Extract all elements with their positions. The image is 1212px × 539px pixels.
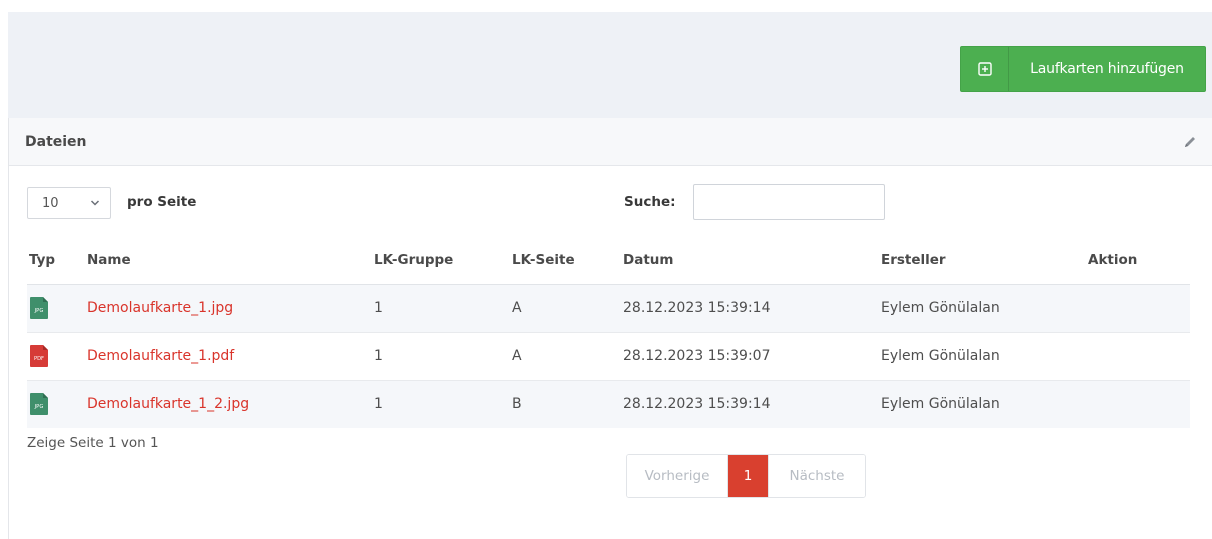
search-label: Suche: <box>624 194 676 210</box>
jpg-file-icon: JPG <box>30 393 48 416</box>
next-page-button[interactable]: Nächste <box>768 455 865 497</box>
ersteller-cell: Eylem Gönülalan <box>881 379 1088 428</box>
column-header-aktion: Aktion <box>1088 236 1190 285</box>
lk-seite-cell: A <box>512 331 623 380</box>
table-header-row: Typ Name LK-Gruppe LK-Seite Datum Erstel… <box>27 236 1190 285</box>
per-page-value: 10 <box>42 195 59 211</box>
add-laufkarten-button[interactable]: Laufkarten hinzufügen <box>960 46 1206 92</box>
table-row: JPG Demolaufkarte_1.jpg 1 A 28.12.2023 1… <box>27 283 1190 332</box>
datum-cell: 28.12.2023 15:39:14 <box>623 283 881 332</box>
page-info: Zeige Seite 1 von 1 <box>27 435 159 451</box>
table-row: PDF Demolaufkarte_1.pdf 1 A 28.12.2023 1… <box>27 331 1190 380</box>
search-input[interactable] <box>693 184 885 220</box>
files-panel: Dateien 10 pro Seite Suche: Typ Name LK-… <box>8 118 1212 539</box>
table-controls: 10 pro Seite Suche: <box>27 184 1212 220</box>
column-header-lk-seite[interactable]: LK-Seite <box>512 236 623 285</box>
svg-text:JPG: JPG <box>34 308 44 314</box>
panel-header: Dateien <box>9 118 1212 166</box>
svg-text:JPG: JPG <box>34 404 44 410</box>
column-header-name[interactable]: Name <box>87 236 374 285</box>
pdf-file-icon: PDF <box>30 345 48 367</box>
column-header-lk-gruppe[interactable]: LK-Gruppe <box>374 236 512 285</box>
previous-page-button[interactable]: Vorherige <box>627 455 728 497</box>
file-name-link[interactable]: Demolaufkarte_1.jpg <box>87 300 233 316</box>
lk-seite-cell: B <box>512 379 623 428</box>
lk-gruppe-cell: 1 <box>374 379 512 428</box>
column-header-datum[interactable]: Datum <box>623 236 881 285</box>
lk-seite-cell: A <box>512 283 623 332</box>
ersteller-cell: Eylem Gönülalan <box>881 283 1088 332</box>
add-laufkarten-label: Laufkarten hinzufügen <box>1030 61 1184 77</box>
lk-gruppe-cell: 1 <box>374 331 512 380</box>
datum-cell: 28.12.2023 15:39:14 <box>623 379 881 428</box>
ersteller-cell: Eylem Gönülalan <box>881 331 1088 380</box>
svg-text:PDF: PDF <box>34 356 44 362</box>
per-page-select[interactable]: 10 <box>27 187 111 219</box>
file-name-link[interactable]: Demolaufkarte_1_2.jpg <box>87 396 249 412</box>
column-header-ersteller[interactable]: Ersteller <box>881 236 1088 285</box>
chevron-down-icon <box>90 200 100 206</box>
aktion-cell <box>1088 379 1190 428</box>
panel-title: Dateien <box>25 133 87 150</box>
page-1-button[interactable]: 1 <box>728 455 768 497</box>
pencil-icon[interactable] <box>1182 134 1198 150</box>
table-row: JPG Demolaufkarte_1_2.jpg 1 B 28.12.2023… <box>27 379 1190 428</box>
lk-gruppe-cell: 1 <box>374 283 512 332</box>
jpg-file-icon: JPG <box>30 297 48 319</box>
plus-square-icon <box>961 47 1009 91</box>
per-page-label: pro Seite <box>127 194 197 210</box>
pagination: Vorherige 1 Nächste <box>626 454 866 498</box>
file-name-link[interactable]: Demolaufkarte_1.pdf <box>87 348 234 364</box>
column-header-typ[interactable]: Typ <box>27 236 87 285</box>
aktion-cell <box>1088 283 1190 332</box>
datum-cell: 28.12.2023 15:39:07 <box>623 331 881 380</box>
files-table: Typ Name LK-Gruppe LK-Seite Datum Erstel… <box>27 236 1190 428</box>
aktion-cell <box>1088 331 1190 380</box>
